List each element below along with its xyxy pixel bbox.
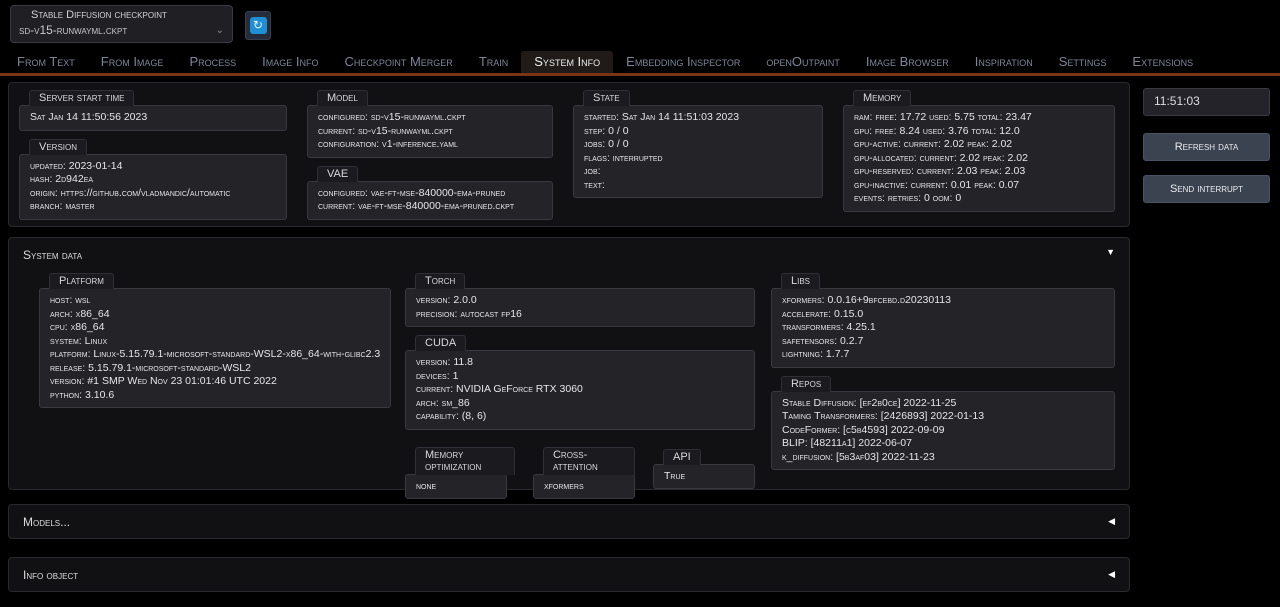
tab-bar: From Text From Image Process Image Info … bbox=[0, 50, 1280, 76]
models-accordion-label: Models... bbox=[23, 515, 70, 529]
cross-attention-box: xformers bbox=[533, 474, 635, 500]
server-start-time-group: Server start time Sat Jan 14 11:50:56 20… bbox=[19, 87, 287, 131]
tab-embedding-inspector[interactable]: Embedding Inspector bbox=[613, 51, 753, 73]
tab-settings[interactable]: Settings bbox=[1046, 51, 1120, 73]
cuda-header: CUDA bbox=[415, 335, 466, 351]
collapse-caret-icon[interactable]: ▼ bbox=[1106, 247, 1115, 257]
memory-header: Memory bbox=[853, 90, 911, 106]
torch-header: Torch bbox=[415, 273, 465, 289]
memory-optimization-header: Memory optimization bbox=[415, 447, 515, 475]
refresh-icon: ↻ bbox=[250, 17, 267, 34]
memory-optimization-group: Memory optimization none bbox=[405, 446, 515, 500]
models-accordion[interactable]: Models... ◀ bbox=[8, 504, 1130, 539]
cuda-box: version: 11.8devices: 1current: NVIDIA G… bbox=[405, 350, 755, 430]
api-group: API True bbox=[653, 446, 755, 500]
tab-system-info[interactable]: System Info bbox=[521, 51, 613, 73]
tab-from-image[interactable]: From Image bbox=[88, 51, 177, 73]
torch-box: version: 2.0.0precision: autocast fp16 bbox=[405, 288, 755, 327]
actions-sidebar: 11:51:03 Refresh data Send interrupt bbox=[1143, 82, 1270, 592]
memory-box: ram: free: 17.72 used: 5.75 total: 23.47… bbox=[843, 105, 1115, 212]
tab-extensions[interactable]: Extensions bbox=[1119, 51, 1206, 73]
vae-group: VAE configured: vae-ft-mse-840000-ema-pr… bbox=[307, 163, 553, 220]
checkpoint-dropdown-label: Stable Diffusion checkpoint bbox=[31, 9, 224, 21]
api-box: True bbox=[653, 464, 755, 490]
memory-group: Memory ram: free: 17.72 used: 5.75 total… bbox=[843, 87, 1115, 212]
expand-caret-icon: ◀ bbox=[1108, 516, 1115, 527]
cuda-group: CUDA version: 11.8devices: 1current: NVI… bbox=[405, 332, 755, 430]
platform-header: Platform bbox=[49, 273, 114, 289]
version-header: Version bbox=[29, 139, 87, 155]
vae-header: VAE bbox=[317, 166, 358, 182]
torch-group: Torch version: 2.0.0precision: autocast … bbox=[405, 270, 755, 327]
server-start-time-header: Server start time bbox=[29, 90, 134, 106]
tab-train[interactable]: Train bbox=[466, 51, 521, 73]
version-box: updated: 2023-01-14hash: 2d942eaorigin: … bbox=[19, 154, 287, 220]
quick-settings-bar: Stable Diffusion checkpoint sd-v15-runwa… bbox=[0, 0, 1280, 50]
checkpoint-dropdown[interactable]: Stable Diffusion checkpoint sd-v15-runwa… bbox=[10, 5, 233, 43]
expand-caret-icon: ◀ bbox=[1108, 569, 1115, 580]
tab-inspiration[interactable]: Inspiration bbox=[962, 51, 1046, 73]
info-object-accordion-label: Info object bbox=[23, 568, 78, 582]
tab-openoutpaint[interactable]: openOutpaint bbox=[753, 51, 852, 73]
system-data-accordion: System data ▼ Platform host: wslarch: x8… bbox=[8, 237, 1130, 490]
checkpoint-dropdown-value: sd-v15-runwayml.ckpt bbox=[19, 23, 127, 37]
memory-optimization-box: none bbox=[405, 474, 507, 500]
model-group: Model configured: sd-v15-runwayml.ckptcu… bbox=[307, 87, 553, 158]
platform-group: Platform host: wslarch: x86_64cpu: x86_6… bbox=[39, 270, 391, 408]
system-info-page: Server start time Sat Jan 14 11:50:56 20… bbox=[0, 76, 1280, 592]
cross-attention-group: Cross-attention xformers bbox=[533, 446, 635, 500]
api-header: API bbox=[663, 449, 701, 465]
info-object-accordion[interactable]: Info object ◀ bbox=[8, 557, 1130, 592]
cross-attention-header: Cross-attention bbox=[543, 447, 635, 475]
model-box: configured: sd-v15-runwayml.ckptcurrent:… bbox=[307, 105, 553, 158]
tab-process[interactable]: Process bbox=[176, 51, 249, 73]
version-group: Version updated: 2023-01-14hash: 2d942ea… bbox=[19, 136, 287, 220]
repos-header: Repos bbox=[781, 376, 831, 392]
server-start-time-box: Sat Jan 14 11:50:56 2023 bbox=[19, 105, 287, 131]
platform-box: host: wslarch: x86_64cpu: x86_64system: … bbox=[39, 288, 391, 408]
libs-group: Libs xformers: 0.0.16+9bfcebd.d20230113a… bbox=[771, 270, 1115, 368]
tab-checkpoint-merger[interactable]: Checkpoint Merger bbox=[331, 51, 465, 73]
system-data-title[interactable]: System data bbox=[23, 248, 82, 262]
refresh-checkpoint-button[interactable]: ↻ bbox=[245, 11, 271, 40]
tab-image-browser[interactable]: Image Browser bbox=[853, 51, 962, 73]
refresh-data-button[interactable]: Refresh data bbox=[1143, 133, 1270, 161]
libs-box: xformers: 0.0.16+9bfcebd.d20230113accele… bbox=[771, 288, 1115, 368]
chevron-down-icon: ⌄ bbox=[216, 25, 224, 36]
tab-from-text[interactable]: From Text bbox=[4, 51, 88, 73]
state-group: State started: Sat Jan 14 11:51:03 2023s… bbox=[573, 87, 823, 198]
send-interrupt-button[interactable]: Send interrupt bbox=[1143, 175, 1270, 203]
status-panel: Server start time Sat Jan 14 11:50:56 20… bbox=[8, 82, 1130, 227]
repos-box: Stable Diffusion: [ef2b0ce] 2022-11-25Ta… bbox=[771, 391, 1115, 471]
vae-box: configured: vae-ft-mse-840000-ema-pruned… bbox=[307, 181, 553, 220]
state-box: started: Sat Jan 14 11:51:03 2023step: 0… bbox=[573, 105, 823, 198]
time-field[interactable]: 11:51:03 bbox=[1143, 88, 1270, 116]
model-header: Model bbox=[317, 90, 368, 106]
tab-image-info[interactable]: Image Info bbox=[249, 51, 331, 73]
state-header: State bbox=[583, 90, 630, 106]
repos-group: Repos Stable Diffusion: [ef2b0ce] 2022-1… bbox=[771, 373, 1115, 471]
libs-header: Libs bbox=[781, 273, 820, 289]
